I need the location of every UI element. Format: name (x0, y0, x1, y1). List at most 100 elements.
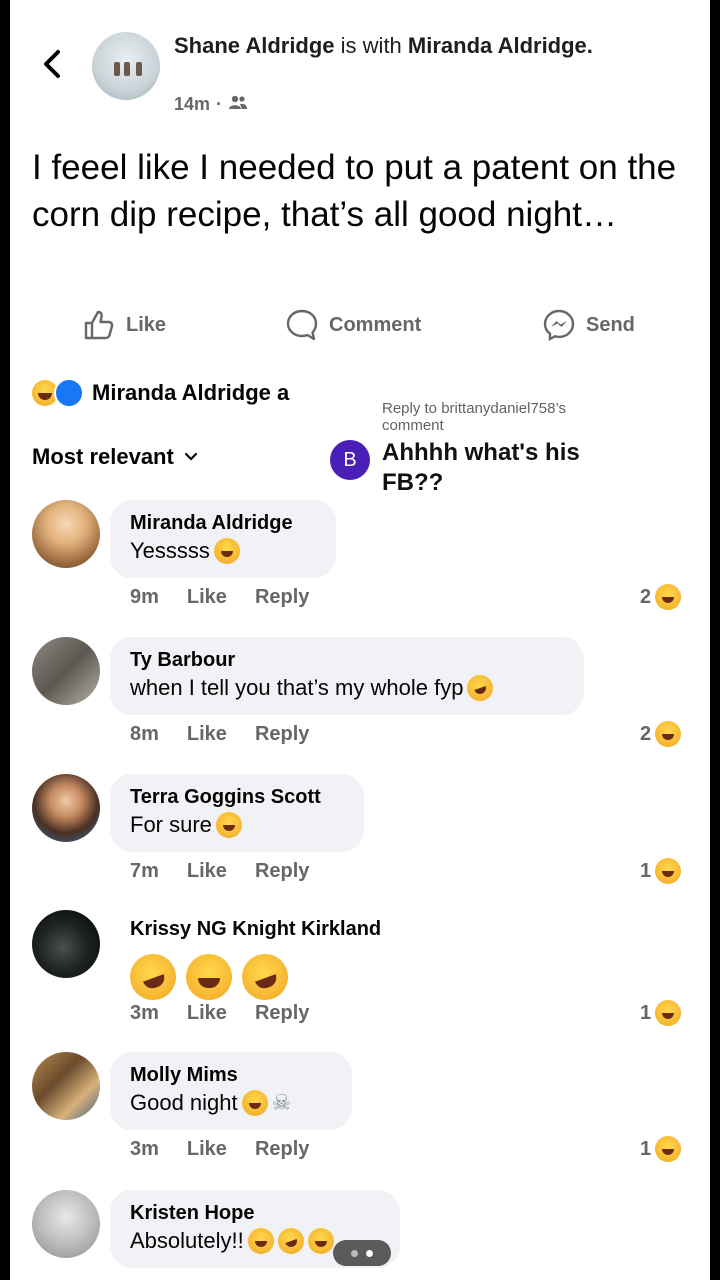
comment-reaction-count[interactable]: 1 (640, 1000, 682, 1026)
laughing-emoji-icon (213, 538, 240, 564)
comment-reply-button[interactable]: Reply (255, 586, 309, 609)
post-author[interactable]: Shane Aldridge (174, 33, 335, 58)
rofl-emoji-icon (235, 947, 295, 1007)
chevron-down-icon (184, 452, 197, 461)
page-dot-active (366, 1249, 373, 1257)
commenter-avatar[interactable] (32, 1052, 100, 1120)
reaction-count: 1 (640, 1001, 652, 1024)
commenter-name[interactable]: Terra Goggins Scott (130, 784, 344, 810)
comment-content[interactable]: Krissy NG Knight Kirkland (123, 916, 381, 1007)
commenter-avatar[interactable] (32, 774, 100, 842)
comment-reaction-count[interactable]: 2 (640, 721, 682, 747)
post-time[interactable]: 14m (174, 94, 210, 115)
comment-meta: 7m Like Reply (130, 860, 309, 883)
comment-reaction-count[interactable]: 1 (640, 1136, 682, 1162)
comment-bubble[interactable]: Molly Mims Good night ☠ (110, 1052, 352, 1130)
comment-meta: 3m Like Reply (130, 1002, 309, 1025)
comment-text: Absolutely!! (130, 1228, 244, 1253)
emoji-only-comment (123, 947, 381, 1007)
commenter-avatar[interactable] (32, 910, 100, 978)
commenter-name[interactable]: Kristen Hope (130, 1200, 380, 1226)
tagged-person[interactable]: Miranda Aldridge. (408, 33, 593, 58)
skull-crossbones-icon: ☠ (271, 1090, 292, 1115)
like-button[interactable]: Like (82, 308, 166, 342)
comment-bubble[interactable]: Ty Barbour when I tell you that’s my who… (110, 637, 584, 715)
comment-text: Good night (130, 1090, 238, 1115)
comment-reply-button[interactable]: Reply (255, 723, 309, 746)
comment-text: when I tell you that’s my whole fyp (130, 675, 464, 700)
comment-text-row: Yesssss (130, 536, 316, 566)
comment-reaction-count[interactable]: 1 (640, 858, 682, 884)
reaction-count: 2 (640, 585, 652, 608)
comment-text-row: when I tell you that’s my whole fyp (130, 671, 564, 705)
comment-like-button[interactable]: Like (187, 860, 227, 883)
haha-reaction-icon (655, 1136, 682, 1162)
rofl-emoji-icon (463, 671, 498, 705)
page-indicator[interactable] (333, 1240, 391, 1266)
commenter-avatar[interactable] (32, 637, 100, 705)
haha-reaction-icon (655, 1000, 682, 1026)
laughing-emoji-icon (186, 954, 232, 1000)
post-text: I feeel like I needed to put a patent on… (32, 148, 677, 234)
comment-reply-button[interactable]: Reply (255, 860, 309, 883)
sort-label: Most relevant (32, 444, 174, 469)
commenter-name[interactable]: Miranda Aldridge (130, 510, 316, 536)
friends-icon (228, 94, 248, 115)
commenter-avatar[interactable] (32, 500, 100, 568)
commenter-avatar[interactable] (32, 1190, 100, 1258)
comment-reply-button[interactable]: Reply (255, 1138, 309, 1161)
commenter-name[interactable]: Krissy NG Knight Kirkland (130, 916, 381, 942)
comment-text-row: Good night ☠ (130, 1088, 332, 1118)
comment-reaction-count[interactable]: 2 (640, 584, 682, 610)
reactions-summary[interactable]: Miranda Aldridge a (32, 378, 289, 408)
with-text: is with (340, 33, 402, 58)
comment-text: Yesssss (130, 538, 210, 563)
comment-time: 3m (130, 1002, 159, 1024)
reply-avatar-badge: B (330, 440, 370, 480)
comment-time: 3m (130, 1138, 159, 1160)
back-arrow-icon[interactable] (38, 44, 68, 84)
laughing-emoji-icon (241, 1090, 268, 1116)
comment-icon (286, 309, 318, 341)
comment-time: 7m (130, 860, 159, 882)
post-header: Shane Aldridge is with Miranda Aldridge. (174, 30, 614, 62)
comment-meta: 3m Like Reply (130, 1138, 309, 1161)
comment-bubble[interactable]: Miranda Aldridge Yesssss (110, 500, 336, 578)
comment-text-row: For sure (130, 810, 344, 840)
comment-time: 8m (130, 723, 159, 745)
reply-text: Ahhhh what's his FB?? (382, 439, 580, 496)
post-screen: Shane Aldridge is with Miranda Aldridge.… (10, 0, 710, 1280)
post-meta: 14m · (174, 94, 248, 115)
sort-dropdown[interactable]: Most relevant (32, 444, 198, 470)
haha-reaction-icon (655, 858, 682, 884)
comment-bubble[interactable]: Terra Goggins Scott For sure (110, 774, 364, 852)
commenter-name[interactable]: Ty Barbour (130, 647, 564, 673)
laughing-emoji-icon (307, 1228, 334, 1254)
messenger-icon (543, 309, 575, 342)
reaction-count: 2 (640, 722, 652, 745)
comment-like-button[interactable]: Like (187, 1138, 227, 1161)
comment-meta: 9m Like Reply (130, 586, 309, 609)
send-button[interactable]: Send (542, 308, 635, 342)
rofl-emoji-icon (274, 1224, 308, 1258)
reaction-count: 1 (640, 859, 652, 882)
poster-avatar[interactable] (92, 32, 160, 100)
reply-overlay: Reply to brittanydaniel758’s comment B A… (322, 378, 634, 518)
like-reaction-icon (54, 378, 84, 408)
comment-text: For sure (130, 812, 212, 837)
laughing-emoji-icon (215, 812, 242, 838)
comment-reply-button[interactable]: Reply (255, 1002, 309, 1025)
comment-like-button[interactable]: Like (187, 723, 227, 746)
thumbs-up-icon (84, 310, 114, 340)
reaction-names: Miranda Aldridge a (92, 380, 290, 405)
comment-time: 9m (130, 586, 159, 608)
comment-like-button[interactable]: Like (187, 1002, 227, 1025)
reply-to-label: Reply to brittanydaniel758’s comment (382, 400, 567, 434)
send-label: Send (586, 313, 635, 336)
comment-button[interactable]: Comment (285, 308, 421, 342)
haha-reaction-icon (655, 721, 682, 747)
commenter-name[interactable]: Molly Mims (130, 1062, 332, 1088)
comment-meta: 8m Like Reply (130, 723, 309, 746)
comment-like-button[interactable]: Like (187, 586, 227, 609)
page-dot (351, 1249, 358, 1257)
